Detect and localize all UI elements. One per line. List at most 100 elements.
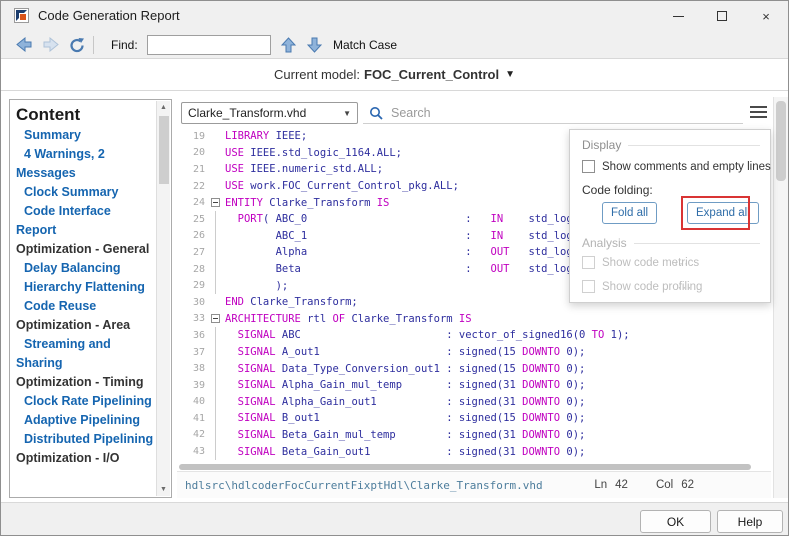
code-text: USE work.FOC_Current_Control_pkg.ALL; [225,180,459,192]
code-line-38: 38 SIGNAL Data_Type_Conversion_out1 : si… [181,360,757,377]
fold-guide-line [215,360,216,377]
maximize-button[interactable] [700,1,744,31]
file-path: hdlsrc\hdlcoderFocCurrentFixptHdl\Clarke… [185,479,543,492]
sidebar-heading-optimization-timing: Optimization - Timing [16,373,154,392]
sidebar-item-summary[interactable]: Summary [16,126,154,145]
minimize-button[interactable] [656,1,700,31]
match-case-toggle[interactable]: Match Case [333,38,397,52]
toolbar-separator [93,36,94,54]
show-comments-checkbox[interactable] [582,160,595,173]
code-line-43: 43 SIGNAL Beta_Gain_out1 : signed(31 DOW… [181,443,757,460]
code-line-36: 36 SIGNAL ABC : vector_of_signed16(0 TO … [181,327,757,344]
fold-guide-line [215,443,216,460]
close-button[interactable]: × [744,1,788,31]
search-input[interactable] [389,105,743,121]
sidebar-item-clock-rate-pipelining[interactable]: Clock Rate Pipelining [16,392,154,411]
sidebar-item-code-reuse[interactable]: Code Reuse [16,297,154,316]
line-number: 28 [181,264,205,275]
refresh-icon[interactable] [69,37,86,53]
line-number: 39 [181,380,205,391]
code-line-42: 42 SIGNAL Beta_Gain_mul_temp : signed(31… [181,427,757,444]
line-number: 40 [181,396,205,407]
fold-toggle-icon[interactable] [211,198,220,207]
horizontal-scrollbar[interactable] [179,463,759,471]
dialog-footer: OK Help [1,502,788,535]
current-model-name: FOC_Current_Control [364,67,499,82]
code-text: END Clarke_Transform; [225,296,358,308]
sidebar-item-hierarchy-flattening[interactable]: Hierarchy Flattening [16,278,154,297]
show-code-profiling-checkbox [582,280,595,293]
code-text: SIGNAL Beta_Gain_mul_temp : signed(31 DO… [225,429,585,441]
find-label: Find: [111,38,138,52]
scroll-down-icon[interactable]: ▼ [157,486,170,493]
menu-icon[interactable] [750,106,767,118]
sidebar-item-distributed-pipelining[interactable]: Distributed Pipelining [16,430,154,449]
find-previous-icon[interactable] [281,37,296,53]
code-text: USE IEEE.numeric_std.ALL; [225,163,383,175]
line-number: 38 [181,363,205,374]
fold-guide-line [215,261,216,278]
code-line-37: 37 SIGNAL A_out1 : signed(15 DOWNTO 0); [181,344,757,361]
line-number: 20 [181,147,205,158]
code-line-33: 33 ARCHITECTURE rtl OF Clarke_Transform I… [181,311,757,328]
code-text: SIGNAL Data_Type_Conversion_out1 : signe… [225,363,585,375]
sidebar-item-adaptive-pipelining[interactable]: Adaptive Pipelining [16,411,154,430]
vertical-scroll-thumb[interactable] [776,101,786,181]
find-input[interactable] [147,35,271,55]
file-dropdown-value: Clarke_Transform.vhd [188,106,306,120]
code-text: LIBRARY IEEE; [225,130,307,142]
horizontal-scroll-thumb[interactable] [179,464,751,470]
code-text: SIGNAL A_out1 : signed(15 DOWNTO 0); [225,346,585,358]
current-model-bar[interactable]: Current model: FOC_Current_Control ▼ [1,59,788,91]
sidebar-item-code-interface-report[interactable]: Code Interface Report [16,202,154,240]
line-number: 29 [181,280,205,291]
sidebar-scroll-thumb[interactable] [159,116,169,184]
find-next-icon[interactable] [307,37,322,53]
report-area: Current model: FOC_Current_Control ▼ Con… [1,59,788,502]
app-icon [14,8,29,23]
help-button[interactable]: Help [717,510,783,533]
code-line-41: 41 SIGNAL B_out1 : signed(15 DOWNTO 0); [181,410,757,427]
ok-button[interactable]: OK [640,510,711,533]
sidebar-item-delay-balancing[interactable]: Delay Balancing [16,259,154,278]
line-number: 25 [181,214,205,225]
sidebar-item-clock-summary[interactable]: Clock Summary [16,183,154,202]
fold-all-button[interactable]: Fold all [602,202,657,224]
model-dropdown-caret-icon: ▼ [505,69,515,80]
show-comments-label: Show comments and empty lines [602,161,771,173]
vertical-scrollbar[interactable] [773,97,788,498]
show-comments-row: Show comments and empty lines [582,160,771,173]
fold-toggle-icon[interactable] [211,314,220,323]
code-line-39: 39 SIGNAL Alpha_Gain_mul_temp : signed(3… [181,377,757,394]
sidebar-item-4-warnings-2-messages[interactable]: 4 Warnings, 2 Messages [16,145,154,183]
window-title: Code Generation Report [38,8,180,23]
sidebar-item-streaming-and-sharing[interactable]: Streaming and Sharing [16,335,154,373]
back-icon[interactable] [15,37,32,52]
scroll-up-icon[interactable]: ▲ [157,104,170,111]
line-number: 33 [181,313,205,324]
code-generation-report-window: Code Generation Report × Find: Match Cas… [0,0,789,536]
profiling-more-icon: ··· [677,280,692,294]
find-toolbar: Find: Match Case [1,31,788,59]
fold-guide-line [215,211,216,228]
line-number: 30 [181,297,205,308]
current-model-label: Current model: [274,67,360,82]
line-number: 21 [181,164,205,175]
metrics-more-icon: ··· [674,256,689,270]
group-divider [628,145,760,146]
code-text: SIGNAL B_out1 : signed(15 DOWNTO 0); [225,412,585,424]
line-number: 37 [181,347,205,358]
code-folding-label: Code folding: [582,183,653,197]
fold-guide-line [215,228,216,245]
column-label: Col [656,479,673,491]
file-dropdown[interactable]: Clarke_Transform.vhd ▼ [181,102,358,124]
fold-guide-line [215,244,216,261]
code-text: SIGNAL Alpha_Gain_out1 : signed(31 DOWNT… [225,396,585,408]
expand-all-button[interactable]: Expand all [687,202,759,224]
fold-guide-line [215,277,216,294]
code-text: ARCHITECTURE rtl OF Clarke_Transform IS [225,313,472,325]
title-bar: Code Generation Report × [1,1,788,31]
sidebar-scrollbar[interactable]: ▲ ▼ [156,101,170,496]
forward-icon[interactable] [43,37,60,52]
code-status-bar: hdlsrc\hdlcoderFocCurrentFixptHdl\Clarke… [177,471,771,498]
